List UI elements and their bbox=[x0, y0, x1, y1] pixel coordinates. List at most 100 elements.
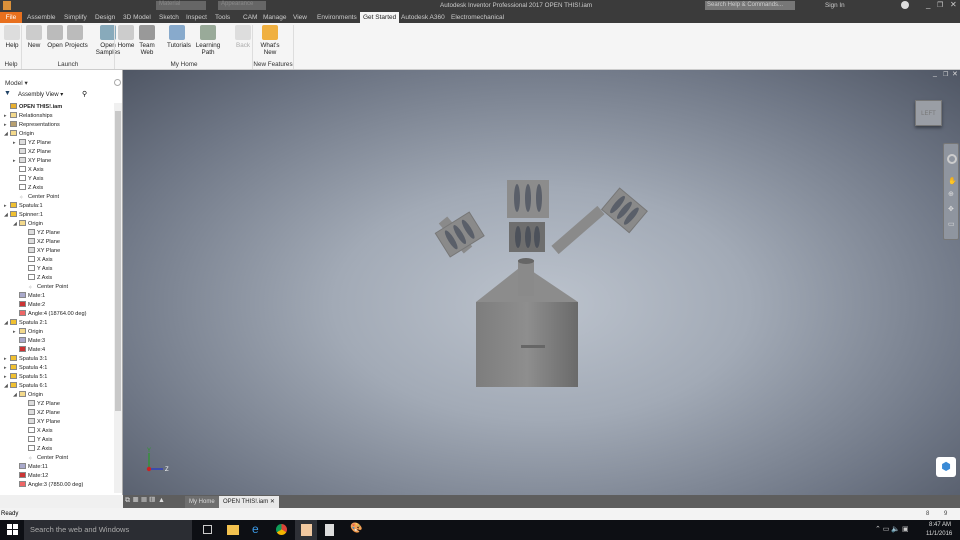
tree-item[interactable]: ◢ Origin bbox=[13, 220, 43, 229]
back-button[interactable]: Back bbox=[233, 25, 253, 49]
pan-icon[interactable]: ✋ bbox=[948, 177, 957, 185]
ribbon-tab-environments[interactable]: Environments bbox=[314, 12, 360, 23]
tree-item[interactable]: ▸ Spatula 4:1 bbox=[4, 364, 47, 373]
scrollbar-thumb[interactable] bbox=[115, 111, 121, 411]
tree-item[interactable]: XZ Plane bbox=[22, 409, 60, 418]
taskbar-search-input[interactable]: Search the web and Windows bbox=[24, 520, 192, 540]
ribbon-tab-tools[interactable]: Tools bbox=[212, 12, 233, 23]
ribbon-tab-sketch[interactable]: Sketch bbox=[156, 12, 182, 23]
task-view-icon[interactable] bbox=[203, 525, 212, 534]
learning-path-button[interactable]: Learning Path bbox=[190, 25, 226, 56]
file-explorer-icon[interactable] bbox=[227, 525, 239, 535]
tree-item[interactable]: Y Axis bbox=[22, 436, 52, 445]
team-web-button[interactable]: Team Web bbox=[137, 25, 157, 56]
ribbon-tab-3d-model[interactable]: 3D Model bbox=[120, 12, 154, 23]
app-logo-icon[interactable] bbox=[3, 1, 11, 10]
tree-item[interactable]: ✧ Center Point bbox=[22, 454, 68, 463]
ribbon-tab-simplify[interactable]: Simplify bbox=[61, 12, 90, 23]
tree-item[interactable]: Z Axis bbox=[22, 445, 52, 454]
tree-item[interactable]: ✧ Center Point bbox=[22, 283, 68, 292]
a360-icon[interactable]: ⬢ bbox=[936, 457, 956, 477]
tree-item[interactable]: Y Axis bbox=[13, 175, 43, 184]
ribbon-tab-autodesk-a360[interactable]: Autodesk A360 bbox=[398, 12, 448, 23]
calculator-icon[interactable] bbox=[325, 524, 334, 536]
viewport-restore-button[interactable]: ❐ bbox=[943, 71, 948, 78]
steering-wheel-icon[interactable] bbox=[947, 154, 957, 164]
tree-item[interactable]: Y Axis bbox=[22, 265, 52, 274]
tree-item[interactable]: ◢ Spatula 2:1 bbox=[4, 319, 47, 328]
tree-item[interactable]: Mate:11 bbox=[13, 463, 48, 472]
tree-item[interactable]: YZ Plane bbox=[22, 229, 60, 238]
help-icon[interactable] bbox=[901, 1, 909, 9]
tree-item[interactable]: Mate:2 bbox=[13, 301, 45, 310]
ribbon-tab-view[interactable]: View bbox=[290, 12, 310, 23]
viewport-close-button[interactable]: ✕ bbox=[952, 70, 958, 78]
tree-item[interactable]: ▸ Spatula:1 bbox=[4, 202, 43, 211]
minimize-button[interactable]: _ bbox=[926, 0, 930, 9]
tutorials-button[interactable]: Tutorials bbox=[167, 25, 191, 49]
tree-item[interactable]: ▸ Origin bbox=[13, 328, 43, 337]
tree-item[interactable]: XY Plane bbox=[22, 247, 60, 256]
tree-item[interactable]: ▸ YZ Plane bbox=[13, 139, 51, 148]
clock-date[interactable]: 11/1/2016 bbox=[926, 531, 952, 537]
viewcube[interactable]: LEFT bbox=[915, 100, 942, 126]
ribbon-tab-design[interactable]: Design bbox=[92, 12, 118, 23]
tile-windows-icons[interactable]: ⧉▦▤▥▲ bbox=[125, 497, 168, 505]
browser-title[interactable]: Model ▾ bbox=[5, 79, 28, 87]
ribbon-tab-inspect[interactable]: Inspect bbox=[183, 12, 210, 23]
tree-item[interactable]: Z Axis bbox=[22, 274, 52, 283]
appearance-dropdown[interactable]: Appearance bbox=[218, 1, 266, 10]
tree-item[interactable]: Mate:4 bbox=[13, 346, 45, 355]
filter-icon[interactable]: ▼ bbox=[4, 90, 11, 97]
projects-button[interactable]: Projects bbox=[65, 25, 88, 49]
paint-icon[interactable]: 🎨 bbox=[350, 523, 362, 534]
tree-item[interactable]: OPEN THIS!.iam bbox=[4, 103, 62, 112]
tree-item[interactable]: X Axis bbox=[22, 256, 53, 265]
sign-in-button[interactable]: Sign In bbox=[825, 2, 845, 9]
tree-item[interactable]: YZ Plane bbox=[22, 400, 60, 409]
new-button[interactable]: New bbox=[24, 25, 44, 49]
look-at-icon[interactable]: ▭ bbox=[948, 220, 955, 228]
viewport-minimize-button[interactable]: _ bbox=[933, 70, 937, 77]
close-tab-icon[interactable]: ✕ bbox=[270, 499, 275, 505]
tree-item[interactable]: ✧ Center Point bbox=[13, 193, 59, 202]
tree-item[interactable]: Z Axis bbox=[13, 184, 43, 193]
home-button[interactable]: Home bbox=[116, 25, 136, 49]
search-help-input[interactable]: Search Help & Commands... bbox=[705, 1, 795, 10]
navigation-bar[interactable]: ✋ ⊕ ✥ ▭ bbox=[943, 143, 959, 240]
tree-item[interactable]: XY Plane bbox=[22, 418, 60, 427]
tree-item[interactable]: ◢ Spatula 6:1 bbox=[4, 382, 47, 391]
zoom-icon[interactable]: ⊕ bbox=[948, 190, 954, 198]
tree-item[interactable]: X Axis bbox=[22, 427, 53, 436]
assembly-view-dropdown[interactable]: Assembly View ▾ bbox=[18, 91, 63, 98]
browser-help-icon[interactable] bbox=[114, 79, 121, 86]
tab-open-this[interactable]: OPEN THIS!.iam ✕ bbox=[219, 496, 279, 508]
chrome-icon[interactable] bbox=[276, 524, 287, 535]
help-button[interactable]: Help bbox=[2, 25, 22, 49]
edge-icon[interactable]: e bbox=[252, 522, 259, 536]
tree-item[interactable]: X Axis bbox=[13, 166, 44, 175]
ribbon-tab-electromechanical[interactable]: Electromechanical bbox=[448, 12, 507, 23]
ribbon-tab-assemble[interactable]: Assemble bbox=[24, 12, 59, 23]
tree-item[interactable]: Mate:3 bbox=[13, 337, 45, 346]
tree-item[interactable]: Mate:1 bbox=[13, 292, 45, 301]
tree-item[interactable]: ◢ Origin bbox=[13, 391, 43, 400]
tree-item[interactable]: ▸ Spatula 3:1 bbox=[4, 355, 47, 364]
tray-icons[interactable]: ⌃ ▭ 🔈 ▣ bbox=[875, 525, 909, 533]
clock-time[interactable]: 8:47 AM bbox=[929, 522, 951, 528]
open-button[interactable]: Open bbox=[45, 25, 65, 49]
tree-item[interactable]: XZ Plane bbox=[22, 238, 60, 247]
tree-item[interactable]: ▸ Spatula 5:1 bbox=[4, 373, 47, 382]
ribbon-tab-manage[interactable]: Manage bbox=[260, 12, 290, 23]
browser-scrollbar[interactable] bbox=[114, 103, 122, 493]
ribbon-tab-cam[interactable]: CAM bbox=[240, 12, 260, 23]
close-button[interactable]: ✕ bbox=[950, 0, 957, 9]
find-binoculars-icon[interactable]: ⚲ bbox=[82, 90, 87, 98]
ribbon-tab-file[interactable]: File bbox=[0, 12, 22, 23]
material-dropdown[interactable]: Material bbox=[156, 1, 206, 10]
tree-item[interactable]: ◢ Spinner:1 bbox=[4, 211, 43, 220]
inventor-taskbar-icon[interactable] bbox=[295, 520, 317, 540]
tree-item[interactable]: Angle:3 (7850.00 deg) bbox=[13, 481, 83, 490]
tree-item[interactable]: Angle:4 (18764.00 deg) bbox=[13, 310, 86, 319]
tree-item[interactable]: XZ Plane bbox=[13, 148, 51, 157]
